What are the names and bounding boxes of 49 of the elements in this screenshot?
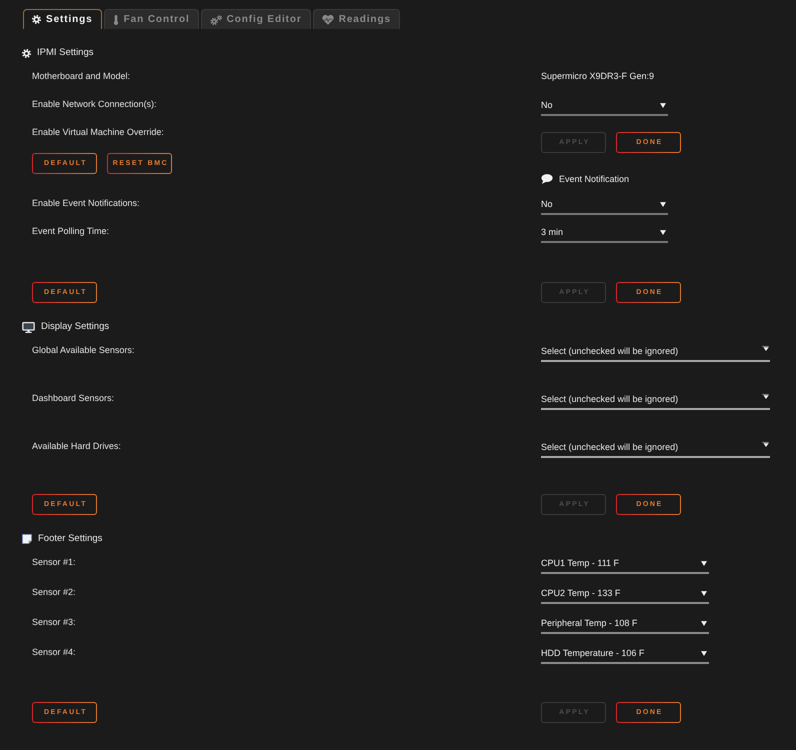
gears-icon <box>210 14 222 24</box>
caret-icon <box>762 346 769 351</box>
speech-bubble-icon <box>541 174 553 184</box>
dropdown[interactable]: CPU1 Temp - 111 F <box>541 554 709 574</box>
caret-icon <box>762 394 769 399</box>
caret-icon <box>701 650 707 656</box>
caret-icon <box>762 442 769 447</box>
dropdown[interactable]: CPU2 Temp - 133 F <box>541 584 709 604</box>
field-label: Sensor #2: <box>32 586 76 599</box>
heart-pulse-icon <box>322 14 334 24</box>
field-label: Dashboard Sensors: <box>32 392 114 405</box>
dropdown[interactable]: No <box>541 96 668 116</box>
caret-icon <box>660 230 666 234</box>
tab[interactable]: Readings <box>312 9 400 29</box>
multiselect-dropdown[interactable]: Select (unchecked will be ignored) <box>541 342 770 362</box>
section-heading: IPMI Settings <box>37 46 94 60</box>
dropdown[interactable]: No <box>541 195 668 215</box>
field-label: Enable Virtual Machine Override: <box>32 126 164 139</box>
tab[interactable]: Config Editor <box>200 9 311 29</box>
field-label: Available Hard Drives: <box>32 440 121 453</box>
dropdown[interactable]: HDD Temperature - 106 F <box>541 644 709 664</box>
caret-icon <box>701 560 707 566</box>
field-label: Motherboard and Model: <box>32 70 130 83</box>
dropdown[interactable]: 3 min <box>541 223 668 243</box>
field-label: Sensor #4: <box>32 646 76 659</box>
section-heading: Display Settings <box>41 320 110 334</box>
value-text: Supermicro X9DR3-F Gen:9 <box>541 70 654 83</box>
note-icon <box>22 534 32 544</box>
caret-icon <box>660 102 666 108</box>
monitor-icon <box>22 322 35 332</box>
field-label: Event Polling Time: <box>32 225 110 238</box>
caret-icon <box>701 590 707 596</box>
subsection-heading: Event Notification <box>559 173 630 186</box>
field-label: Global Available Sensors: <box>32 344 134 357</box>
thermometer-icon <box>112 14 119 24</box>
field-label: Enable Event Notifications: <box>32 197 140 210</box>
dropdown[interactable]: Peripheral Temp - 108 F <box>541 614 709 634</box>
caret-icon <box>701 620 707 626</box>
caret-icon <box>660 202 666 206</box>
field-label: Enable Network Connection(s): <box>32 98 157 111</box>
section-heading: Footer Settings <box>38 532 102 546</box>
tab[interactable]: Fan Control <box>104 9 199 29</box>
field-label: Sensor #1: <box>32 556 76 569</box>
field-label: Sensor #3: <box>32 616 76 629</box>
multiselect-dropdown[interactable]: Select (unchecked will be ignored) <box>541 390 770 410</box>
tab[interactable]: Settings <box>23 9 102 29</box>
multiselect-dropdown[interactable]: Select (unchecked will be ignored) <box>541 438 770 458</box>
gear-icon <box>32 15 41 24</box>
gear-icon <box>22 48 31 58</box>
